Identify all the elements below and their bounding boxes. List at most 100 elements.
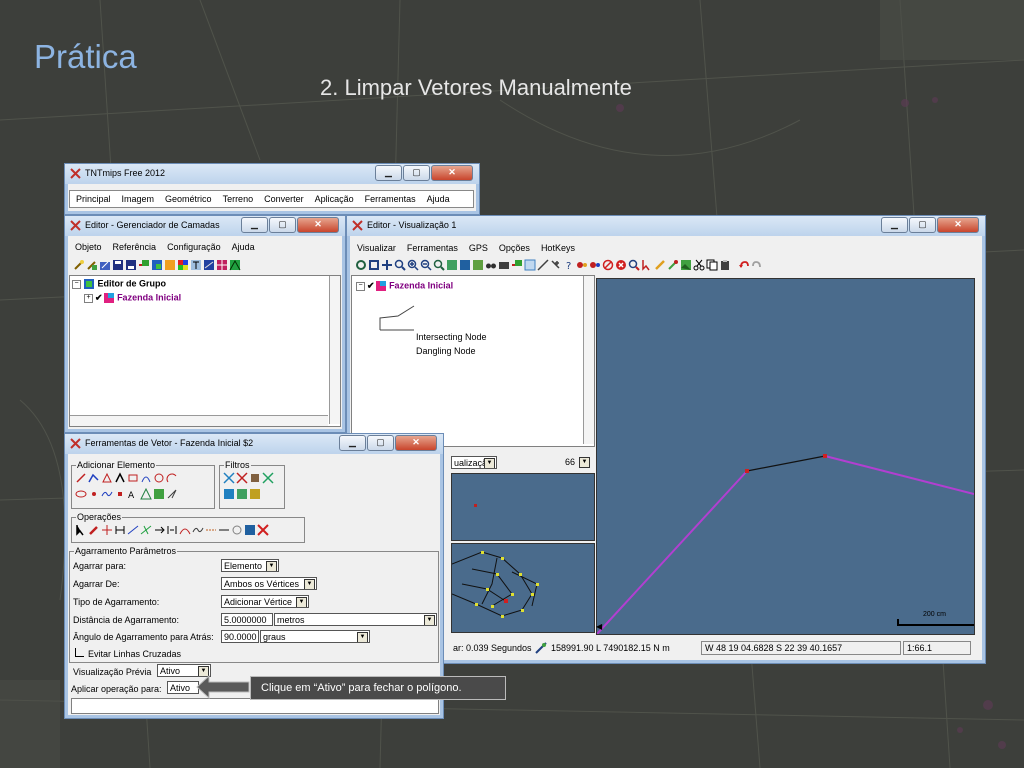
maximize-button[interactable]: ▢ <box>909 217 936 233</box>
checkmark-icon[interactable]: ✔ <box>367 280 375 290</box>
add-spline-icon[interactable] <box>101 488 113 500</box>
add-layer-icon[interactable] <box>511 259 523 271</box>
redo-icon[interactable] <box>751 259 763 271</box>
avoid-crossing-row[interactable]: Evitar Linhas Cruzadas <box>75 648 181 659</box>
maximize-button[interactable]: ▢ <box>269 217 296 233</box>
measure-icon[interactable] <box>537 259 549 271</box>
snap-to-select[interactable]: Elemento ▼ <box>221 559 279 572</box>
split-icon[interactable] <box>101 524 113 536</box>
close-button[interactable]: ✕ <box>937 217 979 233</box>
snap-type-select[interactable]: Adicionar Vértice ▼ <box>221 595 309 608</box>
menu-converter[interactable]: Converter <box>264 194 304 204</box>
pencil-icon[interactable] <box>654 259 666 271</box>
filter-polygon-icon[interactable] <box>223 488 235 500</box>
menu-ajuda[interactable]: Ajuda <box>427 194 450 204</box>
add-arc-icon[interactable] <box>166 472 178 484</box>
gps2-icon[interactable] <box>589 259 601 271</box>
collapse-icon[interactable]: − <box>72 279 81 289</box>
menu-hotkeys[interactable]: HotKeys <box>541 243 575 253</box>
snap-from-select[interactable]: Ambos os Vértices ▼ <box>221 577 317 590</box>
add-region-icon[interactable] <box>153 488 165 500</box>
snap-icon[interactable] <box>153 524 165 536</box>
undo-icon[interactable] <box>738 259 750 271</box>
close-button[interactable]: ✕ <box>431 165 473 181</box>
tree-layer-row[interactable]: + ✔ Fazenda Inicial <box>84 292 181 304</box>
menu-referencia[interactable]: Referência <box>113 242 157 252</box>
angle-unit-select[interactable]: graus ▼ <box>260 630 370 643</box>
distance-unit-select[interactable]: metros ▼ <box>274 613 437 626</box>
cancel-icon[interactable] <box>615 259 627 271</box>
rotate-icon[interactable] <box>231 524 243 536</box>
delete-icon[interactable] <box>257 524 269 536</box>
image-icon[interactable] <box>680 259 692 271</box>
chevron-down-icon[interactable]: ▼ <box>484 458 495 468</box>
minimize-button[interactable]: ▁ <box>339 435 366 451</box>
zoom-area-icon[interactable] <box>394 259 406 271</box>
add-circle-icon[interactable] <box>153 472 165 484</box>
add-point-icon[interactable] <box>114 488 126 500</box>
menu-ajuda[interactable]: Ajuda <box>232 242 255 252</box>
zoom-field[interactable]: 66 ▼ <box>499 456 591 469</box>
copy-icon[interactable] <box>706 259 718 271</box>
stop-icon[interactable] <box>602 259 614 271</box>
close-button[interactable]: ✕ <box>297 217 339 233</box>
menu-visualizar[interactable]: Visualizar <box>357 243 396 253</box>
binoculars-icon[interactable] <box>485 259 497 271</box>
angle-input[interactable]: 90.0000 <box>221 630 259 643</box>
menu-configuracao[interactable]: Configuração <box>167 242 221 252</box>
main-map-view[interactable]: 200 cm <box>596 278 975 635</box>
measure-icon[interactable] <box>218 524 230 536</box>
maximize-button[interactable]: ▢ <box>403 165 430 181</box>
add-label-icon[interactable]: A <box>127 488 139 500</box>
full-view-icon[interactable] <box>368 259 380 271</box>
gps-icon[interactable] <box>576 259 588 271</box>
text-layer-icon[interactable] <box>190 259 202 271</box>
checkbox-icon[interactable] <box>75 648 84 657</box>
raster-icon[interactable] <box>151 259 163 271</box>
paint-icon[interactable] <box>667 259 679 271</box>
overview-map[interactable] <box>451 543 595 633</box>
paste-icon[interactable] <box>719 259 731 271</box>
add-node-icon[interactable] <box>88 488 100 500</box>
dash-icon[interactable] <box>205 524 217 536</box>
chevron-down-icon[interactable]: ▼ <box>357 632 368 642</box>
vertex-icon[interactable] <box>244 524 256 536</box>
wand-icon[interactable] <box>73 259 85 271</box>
menu-opcoes[interactable]: Opções <box>499 243 530 253</box>
add-tin-icon[interactable] <box>140 488 152 500</box>
menu-geometrico[interactable]: Geométrico <box>165 194 212 204</box>
cut-icon[interactable] <box>693 259 705 271</box>
grid-icon[interactable] <box>216 259 228 271</box>
filter-merge-icon[interactable] <box>249 488 261 500</box>
chevron-down-icon[interactable]: ▼ <box>296 597 307 607</box>
locator-map[interactable] <box>451 473 595 541</box>
tree-group-row[interactable]: − Editor de Grupo <box>72 278 166 290</box>
vertical-scrollbar[interactable] <box>583 276 594 444</box>
viewer-layer-row[interactable]: − ✔ Fazenda Inicial <box>356 280 453 292</box>
menu-terreno[interactable]: Terreno <box>223 194 254 204</box>
filter-cross-icon[interactable] <box>236 472 248 484</box>
add-line-icon[interactable] <box>75 472 87 484</box>
shape-icon[interactable] <box>164 259 176 271</box>
edit-icon[interactable] <box>99 259 111 271</box>
search-icon[interactable] <box>628 259 640 271</box>
zoom-select-icon[interactable] <box>472 259 484 271</box>
add-curve-icon[interactable] <box>140 472 152 484</box>
cad-icon[interactable] <box>203 259 215 271</box>
minimize-button[interactable]: ▁ <box>375 165 402 181</box>
wand2-icon[interactable] <box>86 259 98 271</box>
add-layer-icon[interactable] <box>138 259 150 271</box>
filter-island-icon[interactable] <box>236 488 248 500</box>
menu-ferramentas[interactable]: Ferramentas <box>365 194 416 204</box>
add-polygon-icon[interactable] <box>101 472 113 484</box>
pointer-icon[interactable] <box>641 259 653 271</box>
collapse-icon[interactable]: − <box>356 281 365 291</box>
trim-icon[interactable] <box>140 524 152 536</box>
add-triangle-icon[interactable] <box>114 472 126 484</box>
reshape-icon[interactable] <box>179 524 191 536</box>
help-icon[interactable]: ? <box>563 259 575 271</box>
chevron-down-icon[interactable]: ▼ <box>424 615 435 625</box>
save-as-icon[interactable] <box>125 259 137 271</box>
smooth-icon[interactable] <box>192 524 204 536</box>
add-ellipse-icon[interactable] <box>75 488 87 500</box>
